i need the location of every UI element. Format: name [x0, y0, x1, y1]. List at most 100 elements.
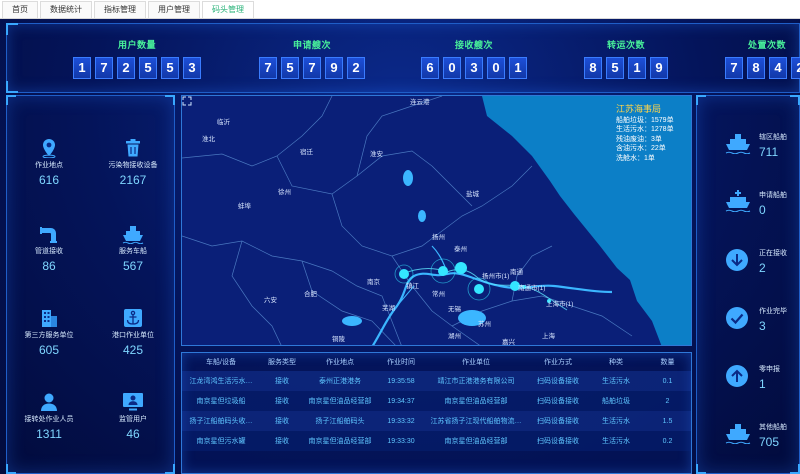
table-cell: 扬子江船舶码头 [304, 411, 376, 431]
table-cell: 2 [642, 391, 691, 411]
tile-pipeline[interactable]: 管道接收 86 [7, 224, 91, 273]
jiangsu-map[interactable]: 连云港 淮安 临沂 宿迁 徐州 盐城 泰州 扬州 南京 镇江 常州 无锡 苏州 … [181, 95, 692, 346]
tile-label: 监管用户 [119, 416, 147, 423]
right-stats-panel: 辖区船舶 711 申请船舶 0 正在接收 2 作业完毕 3 零申报 1 其他船舶… [696, 95, 800, 474]
tile-value: 616 [38, 173, 60, 187]
top-stats-bar: 用户数量 1 7 2 5 5 3 申请艘次 7 5 7 9 2 接收艘次 6 0… [6, 23, 800, 93]
tile-third-party[interactable]: 第三方服务单位 605 [7, 308, 91, 357]
map-label: 嘉兴 [502, 337, 516, 346]
tab-terminals[interactable]: 码头管理 [202, 1, 254, 18]
map-label: 徐州 [278, 187, 291, 196]
table-cell: 靖江市正港港务有限公司 [426, 371, 526, 391]
tile-port-operators[interactable]: 港口作业单位 425 [91, 308, 175, 357]
tile-value: 705 [759, 435, 780, 449]
map-info-line: 残油废油：3单 [616, 135, 662, 143]
stat-disposals: 处置次数 7 8 4 2 [725, 38, 800, 79]
tile-completed[interactable]: 作业完毕 3 [717, 300, 797, 350]
digit: 5 [281, 57, 299, 79]
digit: 0 [443, 57, 461, 79]
tile-zero-report[interactable]: 零申报 1 [717, 358, 797, 408]
column-header: 作业时间 [387, 359, 415, 366]
table-cell: 扫码设备接收 [526, 431, 590, 451]
table-cell: 生活污水 [590, 371, 642, 391]
map-label: 淮北 [202, 134, 216, 143]
tile-value: 3 [759, 319, 766, 333]
map-label: 镇江 [406, 281, 420, 290]
column-header: 数量 [660, 359, 675, 366]
map-label: 连云港 [410, 97, 430, 106]
map-label: 泰州 [454, 244, 467, 253]
tab-indicators[interactable]: 指标管理 [94, 1, 146, 18]
table-cell: 19:35:58 [376, 371, 426, 391]
tile-jurisdiction-ships[interactable]: 辖区船舶 711 [717, 126, 797, 176]
table-cell: 南京星但油品经营部 [426, 431, 526, 451]
monitor-user-icon [123, 393, 143, 411]
digit: 9 [325, 57, 343, 79]
tile-other-ships[interactable]: 其他船舶 705 [717, 416, 797, 466]
table-cell: 1.5 [642, 411, 691, 431]
tile-value: 1 [759, 377, 766, 391]
tile-label: 服务车船 [119, 248, 147, 255]
tile-receiving[interactable]: 正在接收 2 [717, 242, 797, 292]
table-cell: 江苏省扬子江现代船舶物流… [426, 411, 526, 431]
table-cell: 船舶垃圾 [590, 391, 642, 411]
table-cell: 南京星但油品经营部 [304, 431, 376, 451]
table-cell: 19:34:37 [376, 391, 426, 411]
tab-statistics[interactable]: 数据统计 [40, 1, 92, 18]
ship-icon [122, 226, 144, 244]
map-info-title: 江苏海事局 [616, 104, 662, 114]
tile-staff[interactable]: 接转处作业人员 1311 [7, 392, 91, 441]
table-cell: 南京星但油品经营部 [426, 391, 526, 411]
tile-value: 0 [759, 203, 766, 217]
tab-users[interactable]: 用户管理 [148, 1, 200, 18]
tile-receiving-equipment[interactable]: 污染物接收设备 2167 [91, 138, 175, 187]
map-label: 南京 [367, 277, 381, 286]
map-label: 宿迁 [300, 147, 314, 156]
tile-value: 86 [42, 259, 56, 273]
map-label: 南通市(1) [518, 283, 545, 292]
arrow-up-circle-icon [726, 365, 748, 387]
tile-service-vessels[interactable]: 服务车船 567 [91, 224, 175, 273]
digit: 5 [606, 57, 624, 79]
ship-icon [725, 424, 751, 444]
tile-label: 正在接收 [759, 250, 787, 257]
map-info-line: 洗舱水：1单 [616, 154, 655, 162]
tile-work-locations[interactable]: 作业地点 616 [7, 138, 91, 187]
table-row[interactable]: 南京星但垃圾船 接收 南京星但油品经营部 19:34:37 南京星但油品经营部 … [182, 391, 691, 411]
digit: 5 [161, 57, 179, 79]
column-header: 车船/设备 [206, 359, 236, 366]
pipe-icon [40, 227, 57, 243]
map-label: 芜湖 [382, 303, 396, 312]
trash-bin-icon [126, 139, 140, 157]
stat-title: 处置次数 [747, 40, 786, 50]
table-row[interactable]: 南京星但污水罐 接收 南京星但油品经营部 19:33:30 南京星但油品经营部 … [182, 431, 691, 451]
anchor-icon [124, 309, 142, 327]
map-label: 盐城 [466, 189, 480, 198]
left-stats-panel: 作业地点 616 污染物接收设备 2167 管道接收 86 服务车船 567 第… [6, 95, 175, 474]
digit: 3 [465, 57, 483, 79]
map-label: 苏州 [478, 319, 491, 328]
tile-label: 辖区船舶 [759, 134, 787, 141]
map-label: 南通 [510, 267, 524, 276]
fullscreen-icon[interactable] [182, 96, 192, 106]
tile-label: 作业地点 [35, 162, 63, 169]
tile-label: 零申报 [759, 366, 780, 373]
tile-label: 港口作业单位 [112, 332, 154, 339]
map-label: 上海 [542, 331, 556, 340]
tab-home[interactable]: 首页 [2, 1, 38, 18]
table-cell: 扬子江船舶码头收… [182, 411, 260, 431]
table-cell: 扫码设备接收 [526, 391, 590, 411]
table-row[interactable]: 江龙湾鸿生活污水… 接收 泰州正港港务 19:35:58 靖江市正港港务有限公司… [182, 371, 691, 391]
table-cell: 泰州正港港务 [304, 371, 376, 391]
tile-applied-ships[interactable]: 申请船舶 0 [717, 184, 797, 234]
table-cell: 0.1 [642, 371, 691, 391]
map-label: 上海市(1) [546, 299, 573, 308]
table-row[interactable]: 扬子江船舶码头收… 接收 扬子江船舶码头 19:33:32 江苏省扬子江现代船舶… [182, 411, 691, 431]
digit: 1 [73, 57, 91, 79]
table-cell: 南京星但油品经营部 [304, 391, 376, 411]
map-label: 扬州市(1) [482, 271, 509, 280]
tile-supervisors[interactable]: 监管用户 46 [91, 392, 175, 441]
stat-title: 接收艘次 [454, 40, 493, 50]
map-info-line: 含油污水：22单 [616, 145, 666, 152]
table-cell: 江龙湾鸿生活污水… [182, 371, 260, 391]
